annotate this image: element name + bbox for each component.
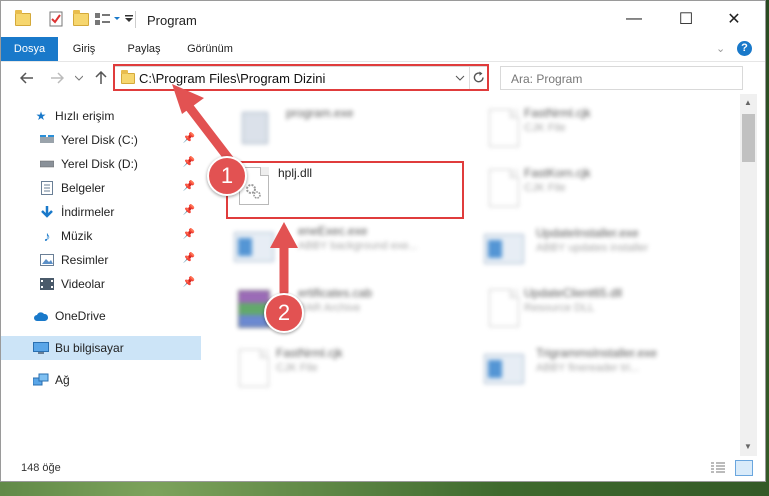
step-1-badge: 1 xyxy=(207,156,247,196)
annotation-arrows xyxy=(172,84,298,297)
step-2-badge: 2 xyxy=(264,293,304,333)
